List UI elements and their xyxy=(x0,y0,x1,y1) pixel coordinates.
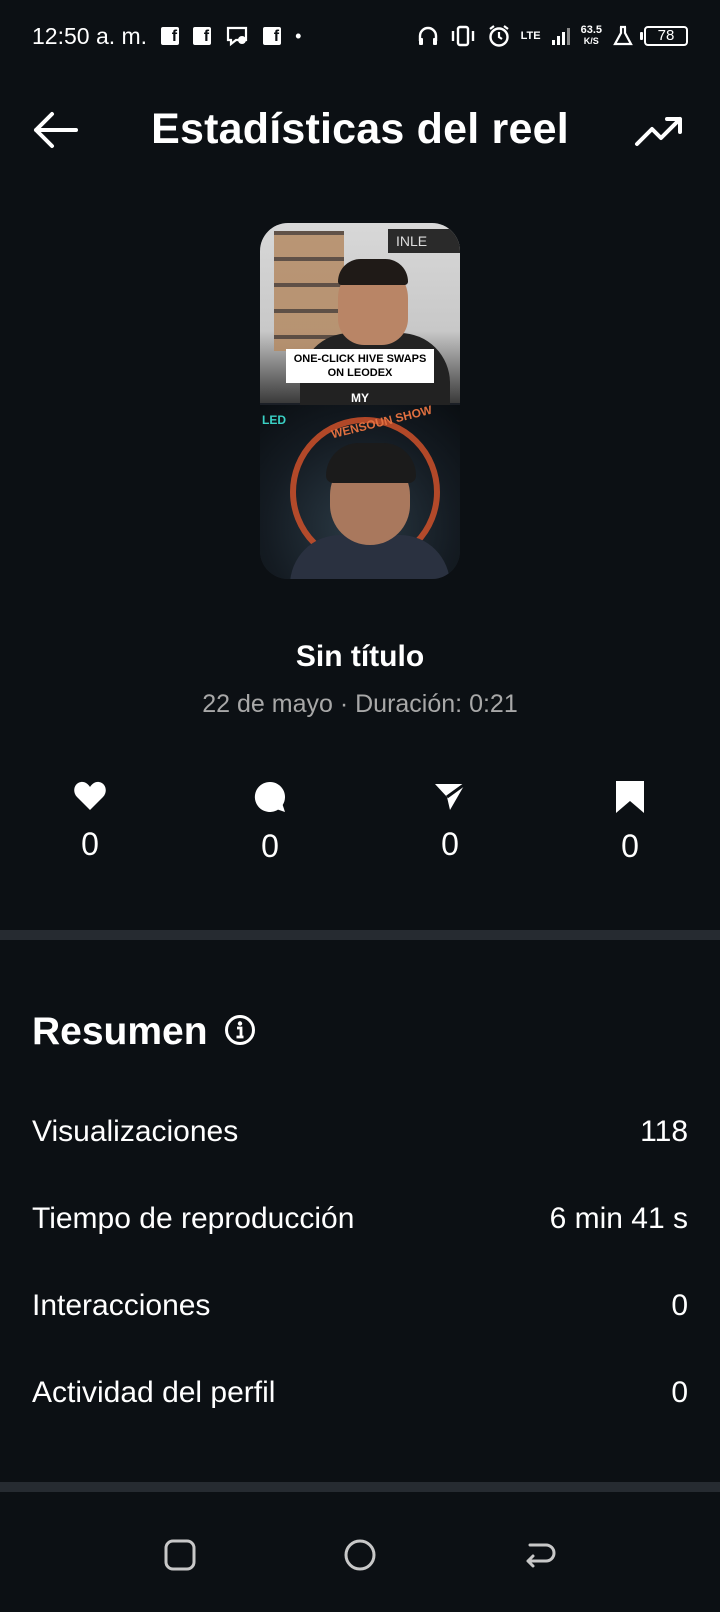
metric-value: 118 xyxy=(640,1115,688,1148)
section-divider xyxy=(0,930,720,940)
comments-count: 0 xyxy=(261,828,279,864)
stat-shares: 0 xyxy=(410,780,490,863)
bookmark-icon xyxy=(616,781,644,813)
bookshelf-image xyxy=(274,231,344,351)
header: Estadísticas del reel xyxy=(0,85,720,175)
network-speed: 63.5 K/S xyxy=(580,24,602,47)
metric-row-interactions[interactable]: Interacciones 0 xyxy=(32,1286,688,1326)
return-arrow-icon xyxy=(526,1543,556,1568)
more-notifications-dot: • xyxy=(295,25,302,46)
battery-indicator: 78 xyxy=(640,26,688,46)
brand-watermark: INLE xyxy=(388,229,460,253)
reel-thumbnail[interactable]: INLE ONE-CLICK HIVE SWAPS ON LEODEX MY W… xyxy=(260,223,460,579)
reel-title: Sin título xyxy=(295,640,425,673)
saves-count: 0 xyxy=(621,828,639,864)
system-back-button[interactable] xyxy=(520,1535,560,1575)
network-type-indicator: LTE xyxy=(520,29,541,42)
summary-title: Resumen xyxy=(32,1010,208,1053)
info-icon[interactable] xyxy=(224,1014,256,1051)
status-time: 12:50 a. m. xyxy=(32,22,148,49)
person2-cap-image xyxy=(326,443,416,483)
video-caption: ONE-CLICK HIVE SWAPS ON LEODEX xyxy=(286,349,434,383)
status-bar: 12:50 a. m. f f f • LTE 63.5 K/S 78 xyxy=(0,0,720,72)
thumbnail-top-clip: INLE ONE-CLICK HIVE SWAPS ON LEODEX MY xyxy=(260,223,460,413)
metric-value: 0 xyxy=(671,1289,688,1322)
alarm-icon xyxy=(487,24,511,48)
facebook-notification-icon: f xyxy=(161,27,180,45)
metric-label: Visualizaciones xyxy=(32,1115,239,1148)
facebook-notification-icon-3: f xyxy=(263,27,282,45)
metric-label: Interacciones xyxy=(32,1289,211,1322)
facebook-notification-icon-2: f xyxy=(193,27,212,45)
messenger-notification-icon xyxy=(225,25,249,47)
person-hair-image xyxy=(338,259,408,285)
vibrate-icon xyxy=(449,25,477,47)
metric-row-views[interactable]: Visualizaciones 118 xyxy=(32,1112,688,1152)
circle-icon xyxy=(344,1539,376,1571)
summary-header: Resumen xyxy=(32,1010,256,1054)
page-title: Estadísticas del reel xyxy=(151,105,569,153)
reel-meta: 22 de mayo · Duración: 0:21 xyxy=(202,690,518,718)
stat-likes: 0 xyxy=(50,780,130,863)
send-icon xyxy=(435,782,466,810)
metric-value: 6 min 41 s xyxy=(549,1202,688,1235)
stat-comments: 0 xyxy=(230,780,310,865)
home-button[interactable] xyxy=(340,1535,380,1575)
trend-insights-button[interactable] xyxy=(634,111,684,151)
likes-count: 0 xyxy=(81,826,99,862)
heart-icon xyxy=(74,781,106,810)
engagement-stats: 0 0 0 0 xyxy=(0,780,720,880)
metric-row-profile-activity[interactable]: Actividad del perfil 0 xyxy=(32,1373,688,1413)
shares-count: 0 xyxy=(441,826,459,862)
system-navigation-bar xyxy=(0,1490,720,1612)
comment-icon xyxy=(254,781,286,812)
metric-label: Tiempo de reproducción xyxy=(32,1202,355,1235)
headphones-icon xyxy=(417,25,439,47)
metric-label: Actividad del perfil xyxy=(32,1376,276,1409)
stat-saves: 0 xyxy=(590,780,670,865)
recent-apps-button[interactable] xyxy=(160,1535,200,1575)
thumbnail-bottom-clip: WENSOUN SHOW LED xyxy=(260,403,460,579)
square-icon xyxy=(164,1539,196,1571)
led-logo-text: LED xyxy=(262,413,286,427)
trending-up-icon xyxy=(635,117,682,146)
flask-icon xyxy=(612,25,634,47)
signal-strength-icon xyxy=(551,26,571,46)
metric-value: 0 xyxy=(671,1376,688,1409)
metric-row-watch-time[interactable]: Tiempo de reproducción 6 min 41 s xyxy=(32,1199,688,1239)
